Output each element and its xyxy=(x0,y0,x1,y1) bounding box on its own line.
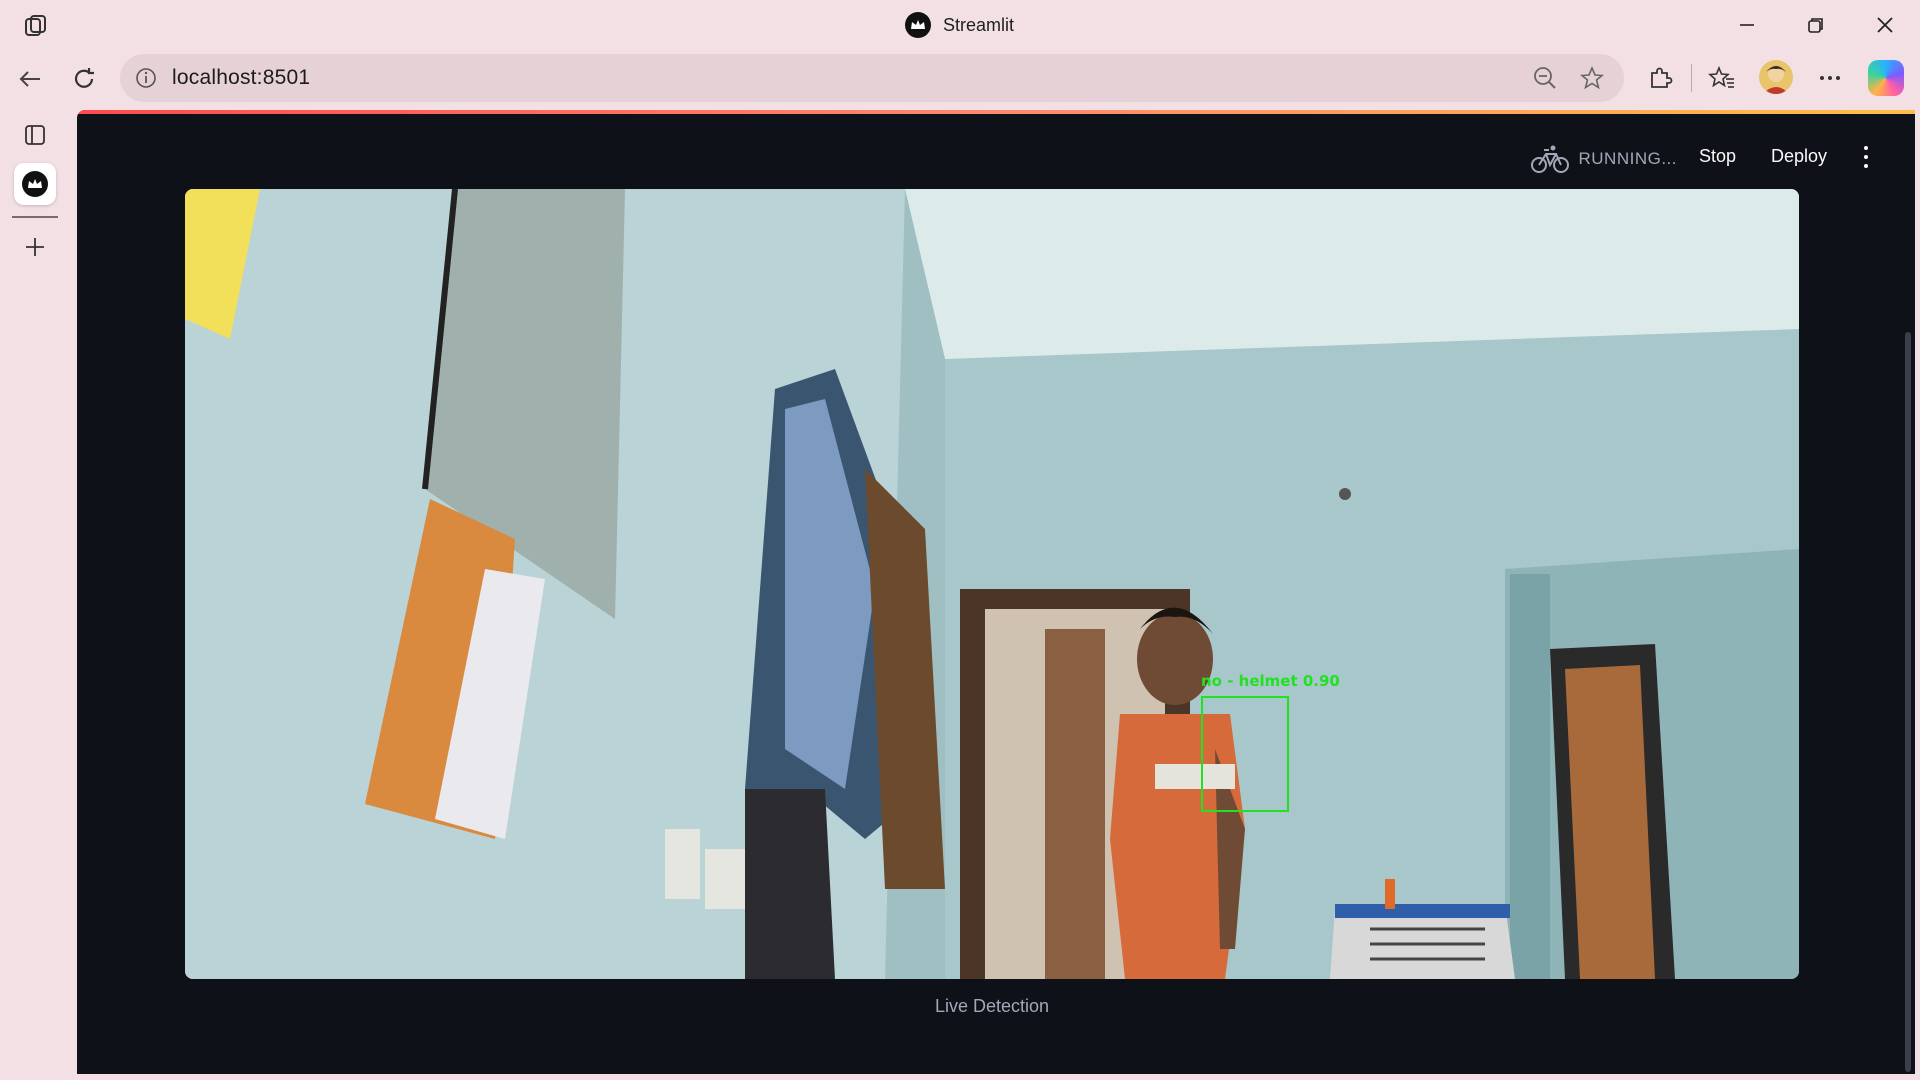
restore-button[interactable] xyxy=(1801,10,1831,40)
workspaces-icon[interactable] xyxy=(22,12,50,40)
streamlit-crown-icon xyxy=(22,171,48,197)
scrollbar[interactable] xyxy=(1905,332,1911,1072)
toolbar-separator xyxy=(1691,64,1692,92)
url-text[interactable]: localhost:8501 xyxy=(172,66,310,90)
info-icon[interactable] xyxy=(134,66,158,90)
profile-avatar[interactable] xyxy=(1759,60,1793,94)
running-decoration-bar xyxy=(77,110,1915,114)
running-status-text: RUNNING... xyxy=(1578,149,1677,168)
camera-feed-image xyxy=(185,189,1799,979)
new-tab-plus-icon[interactable] xyxy=(14,226,56,268)
stop-button[interactable]: Stop xyxy=(1699,146,1736,167)
bicycle-icon xyxy=(1530,145,1569,173)
window-title: Streamlit xyxy=(905,12,1014,38)
deploy-button[interactable]: Deploy xyxy=(1771,146,1827,167)
star-icon[interactable] xyxy=(1579,65,1605,91)
detection-label: no - helmet 0.90 xyxy=(1201,672,1340,690)
title-bar: Streamlit xyxy=(0,0,1920,50)
copilot-icon[interactable] xyxy=(1868,60,1904,96)
running-status: RUNNING... xyxy=(1530,144,1678,174)
main-menu-icon[interactable] xyxy=(1861,146,1871,168)
streamlit-crown-icon xyxy=(905,12,931,38)
back-arrow-icon[interactable] xyxy=(12,61,48,97)
minimize-button[interactable] xyxy=(1732,10,1762,40)
tab-streamlit[interactable] xyxy=(14,163,56,205)
rail-divider xyxy=(12,216,58,218)
ellipsis-icon[interactable] xyxy=(1812,60,1848,96)
refresh-icon[interactable] xyxy=(66,61,102,97)
live-video-frame xyxy=(185,189,1799,979)
streamlit-app: RUNNING... Stop Deploy no - helmet 0.90 … xyxy=(77,110,1915,1074)
detection-bounding-box xyxy=(1201,696,1289,812)
zoom-out-icon[interactable] xyxy=(1532,65,1558,91)
address-bar[interactable]: localhost:8501 xyxy=(120,54,1624,102)
close-window-button[interactable] xyxy=(1870,10,1900,40)
image-caption: Live Detection xyxy=(934,996,1050,1016)
sidebar-toggle-icon[interactable] xyxy=(14,114,56,156)
favorites-icon[interactable] xyxy=(1704,60,1740,96)
window-title-text: Streamlit xyxy=(943,14,1015,35)
puzzle-icon[interactable] xyxy=(1642,60,1678,96)
